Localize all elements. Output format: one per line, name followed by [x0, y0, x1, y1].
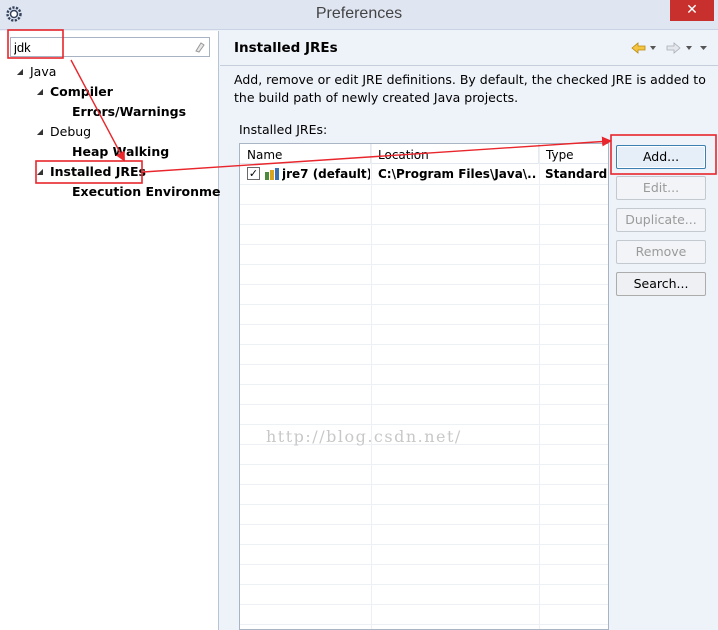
tree-item-execution-environments[interactable]: Execution Environmen	[72, 183, 229, 201]
remove-button[interactable]: Remove	[616, 240, 706, 264]
default-jre-checkbox[interactable]: ✓	[247, 167, 260, 180]
row-divider	[240, 184, 608, 185]
edit-button[interactable]: Edit...	[616, 176, 706, 200]
row-divider	[240, 624, 608, 625]
column-header-location[interactable]: Location	[371, 144, 539, 164]
forward-arrow-icon[interactable]	[666, 42, 681, 54]
expand-arrow-icon[interactable]: ◢	[14, 63, 26, 81]
row-divider	[240, 304, 608, 305]
installed-jres-label: Installed JREs:	[239, 122, 328, 137]
tree-item-heap-walking[interactable]: Heap Walking	[72, 143, 169, 161]
row-divider	[240, 604, 608, 605]
jre-location: C:\Program Files\Java\...	[378, 167, 536, 181]
row-divider	[240, 344, 608, 345]
row-divider	[240, 264, 608, 265]
column-header-name[interactable]: Name	[240, 144, 371, 164]
column-header-type[interactable]: Type	[539, 144, 608, 164]
row-divider	[240, 364, 608, 365]
tree-item-debug[interactable]: ◢ Debug	[34, 123, 91, 141]
expand-arrow-icon[interactable]: ◢	[34, 163, 46, 181]
search-button[interactable]: Search...	[616, 272, 706, 296]
duplicate-button[interactable]: Duplicate...	[616, 208, 706, 232]
expand-arrow-icon[interactable]: ◢	[34, 123, 46, 141]
row-divider	[240, 324, 608, 325]
preferences-tree-panel: ◢Java ◢Compiler Errors/Warnings ◢Debug H…	[0, 31, 229, 630]
tree-item-compiler[interactable]: ◢ Compiler	[34, 83, 113, 101]
row-divider	[240, 404, 608, 405]
back-arrow-icon[interactable]	[631, 42, 646, 54]
row-divider	[240, 224, 608, 225]
row-divider	[240, 204, 608, 205]
row-divider	[240, 424, 608, 425]
back-dropdown-icon[interactable]	[650, 46, 656, 50]
title-bar: Preferences ✕	[0, 0, 718, 30]
clear-filter-icon[interactable]	[194, 41, 206, 53]
forward-dropdown-icon[interactable]	[686, 46, 692, 50]
jre-type: Standard V	[545, 167, 608, 181]
row-divider	[240, 544, 608, 545]
row-divider	[240, 284, 608, 285]
filter-input[interactable]	[10, 37, 210, 57]
watermark: http://blog.csdn.net/	[266, 427, 462, 446]
jre-name: jre7 (default)	[282, 167, 370, 181]
expand-arrow-icon[interactable]: ◢	[34, 83, 46, 101]
page-title: Installed JREs	[234, 40, 338, 56]
tree-item-java[interactable]: ◢ Java	[14, 63, 56, 81]
window-title: Preferences	[315, 5, 403, 22]
title-separator	[220, 65, 718, 66]
row-divider	[240, 244, 608, 245]
navigation-arrows	[631, 42, 707, 54]
row-divider	[240, 564, 608, 565]
tree-item-installed-jres[interactable]: ◢ Installed JREs	[34, 163, 146, 181]
tree-item-errors-warnings[interactable]: Errors/Warnings	[72, 103, 186, 121]
jre-library-icon	[265, 168, 279, 180]
column-divider	[539, 144, 540, 629]
row-divider	[240, 464, 608, 465]
close-button[interactable]: ✕	[670, 0, 714, 21]
page-description: Add, remove or edit JRE definitions. By …	[234, 72, 706, 105]
installed-jres-table[interactable]: Name Location Type ✓ jre7 (default) C:\P…	[239, 143, 609, 630]
row-divider	[240, 584, 608, 585]
column-divider	[371, 144, 372, 629]
row-divider	[240, 484, 608, 485]
view-menu-icon[interactable]	[700, 46, 707, 50]
row-divider	[240, 524, 608, 525]
table-header: Name Location Type	[240, 144, 608, 164]
row-divider	[240, 384, 608, 385]
installed-jres-page: Installed JREs Add, remove or edit JRE d…	[220, 31, 718, 630]
add-button[interactable]: Add...	[616, 145, 706, 169]
row-divider	[240, 504, 608, 505]
